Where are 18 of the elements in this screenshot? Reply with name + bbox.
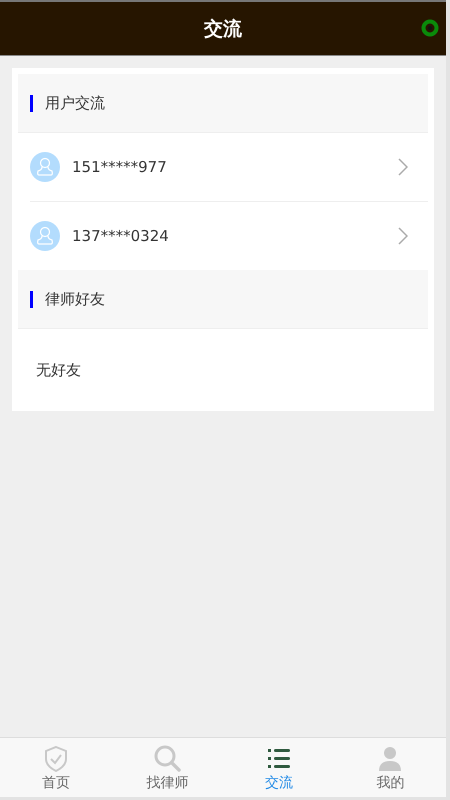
user-name: 151*****977: [72, 158, 168, 176]
page-title: 交流: [204, 16, 242, 42]
tab[interactable]: 首页: [0, 738, 112, 797]
section-title: 律师好友: [45, 290, 105, 308]
chevron-right-icon: [398, 158, 408, 176]
status-dot-icon: [421, 19, 439, 37]
tab[interactable]: 交流: [223, 738, 334, 797]
avatar-icon: [30, 221, 60, 251]
avatar-icon: [30, 152, 60, 182]
chevron-right-icon: [398, 227, 408, 245]
section-title: 用户交流: [45, 94, 105, 112]
user-row[interactable]: 137****0324: [30, 202, 428, 270]
search-icon: [153, 744, 182, 772]
empty-message: 无好友: [36, 360, 81, 380]
tab[interactable]: 找律师: [112, 738, 223, 797]
user-name: 137****0324: [72, 227, 170, 245]
user-row[interactable]: 151*****977: [30, 133, 428, 202]
tab[interactable]: 我的: [334, 738, 446, 797]
